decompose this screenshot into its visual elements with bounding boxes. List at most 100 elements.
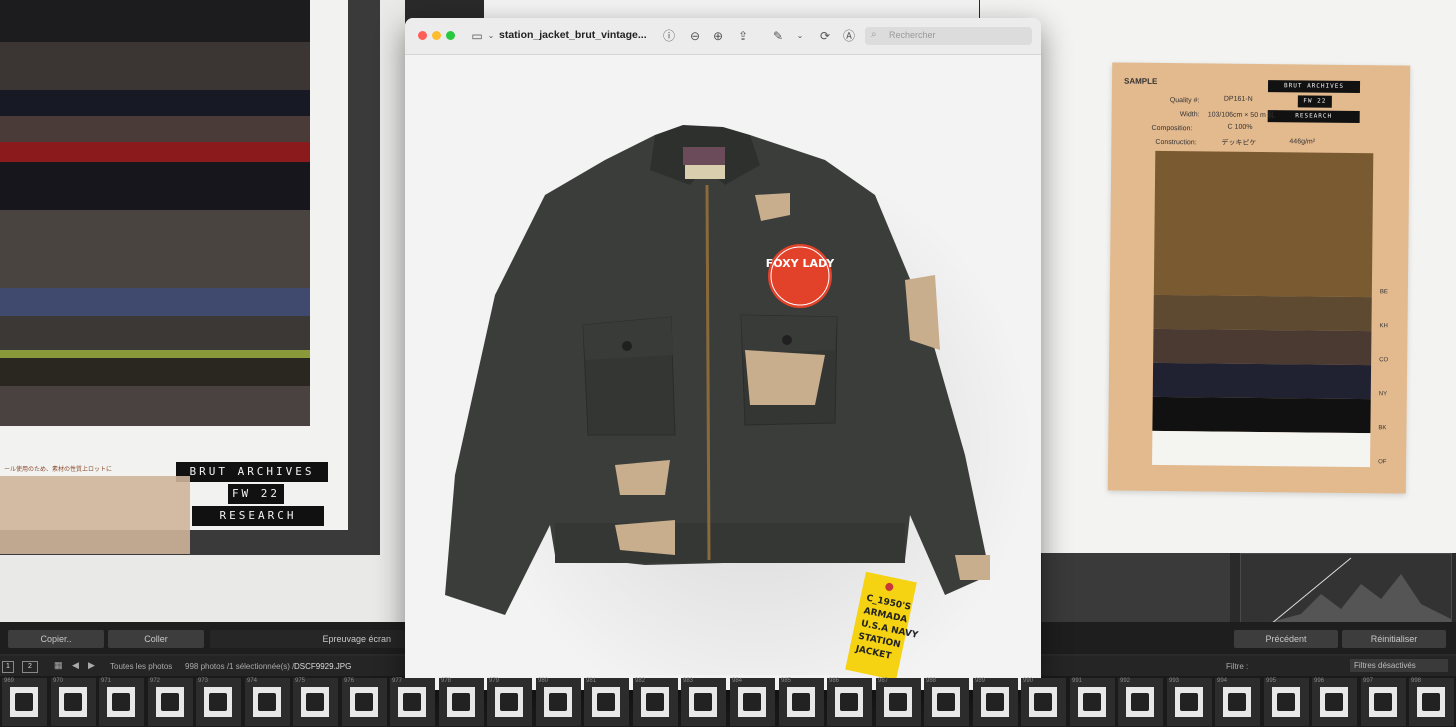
filmstrip-thumbnail[interactable]: 996 bbox=[1312, 678, 1357, 726]
filmstrip-thumbnail[interactable]: 984 bbox=[730, 678, 775, 726]
filmstrip-thumbnail[interactable]: 987 bbox=[876, 678, 921, 726]
filmstrip-thumbnail[interactable]: 995 bbox=[1264, 678, 1309, 726]
construction-label: Construction: bbox=[1155, 138, 1197, 147]
soft-proof-toggle[interactable]: Epreuvage écran bbox=[210, 630, 405, 648]
search-placeholder: Rechercher bbox=[889, 30, 936, 40]
filmstrip-thumbnail[interactable]: 997 bbox=[1361, 678, 1406, 726]
filmstrip-number: 994 bbox=[1217, 678, 1228, 684]
annotate-icon[interactable]: Ⓐ bbox=[841, 28, 857, 44]
reset-button[interactable]: Réinitialiser bbox=[1342, 630, 1446, 648]
filmstrip-image bbox=[1369, 687, 1397, 717]
emblem-text: FOXY LADY bbox=[766, 257, 836, 270]
filmstrip-thumbnail[interactable]: 988 bbox=[924, 678, 969, 726]
weight-value: 446g/m² bbox=[1289, 138, 1316, 146]
previous-button[interactable]: Précédent bbox=[1234, 630, 1338, 648]
filmstrip-image bbox=[59, 687, 87, 717]
window-title: station_jacket_brut_vintage... bbox=[499, 29, 647, 41]
close-button[interactable] bbox=[418, 31, 427, 40]
filmstrip-image bbox=[1320, 687, 1348, 717]
swatch-navy bbox=[1152, 362, 1372, 400]
filmstrip-number: 992 bbox=[1120, 678, 1131, 684]
width-value: 103/106cm × 50 m 乱 bbox=[1207, 111, 1275, 120]
filmstrip-thumbnail[interactable]: 983 bbox=[681, 678, 726, 726]
filmstrip-image bbox=[495, 687, 523, 717]
filmstrip-image bbox=[1029, 687, 1057, 717]
rotate-icon[interactable]: ⟳ bbox=[817, 28, 833, 44]
minimize-button[interactable] bbox=[432, 31, 441, 40]
copy-button[interactable]: Copier.. bbox=[8, 630, 104, 648]
filmstrip-number: 985 bbox=[781, 678, 792, 684]
swatch-khaki bbox=[1153, 294, 1372, 332]
forward-arrow-icon[interactable]: ▶ bbox=[88, 660, 95, 671]
paste-button[interactable]: Coller bbox=[108, 630, 204, 648]
code-ny: NY bbox=[1378, 391, 1388, 398]
filmstrip-thumbnail[interactable]: 985 bbox=[779, 678, 824, 726]
search-field[interactable]: ⌕ Rechercher bbox=[865, 27, 1032, 45]
page-2-button[interactable]: 2 bbox=[22, 661, 38, 673]
filter-dropdown[interactable]: Filtres désactivés bbox=[1350, 659, 1448, 672]
paper-patch bbox=[905, 275, 940, 350]
filmstrip-thumbnail[interactable]: 992 bbox=[1118, 678, 1163, 726]
filmstrip-number: 971 bbox=[101, 678, 112, 684]
filmstrip-thumbnail[interactable]: 970 bbox=[51, 678, 96, 726]
fabric-swatch-card: ール使用のため、素材の性質上ロットに BRUT ARCHIVES FW 22 R… bbox=[0, 0, 348, 530]
back-arrow-icon[interactable]: ◀ bbox=[72, 660, 79, 671]
zoom-button[interactable] bbox=[446, 31, 455, 40]
lightroom-panel bbox=[1042, 553, 1230, 622]
filmstrip-number: 991 bbox=[1072, 678, 1083, 684]
filmstrip-thumbnail[interactable]: 990 bbox=[1021, 678, 1066, 726]
code-co: CO bbox=[1379, 357, 1389, 364]
label-brut-archives-right: BRUT ARCHIVES bbox=[1267, 80, 1361, 94]
page-1-button[interactable]: 1 bbox=[2, 661, 14, 673]
source-label[interactable]: Toutes les photos bbox=[110, 662, 172, 671]
filmstrip-thumbnail[interactable]: 991 bbox=[1070, 678, 1115, 726]
filmstrip-thumbnail[interactable]: 994 bbox=[1215, 678, 1260, 726]
filmstrip-thumbnail[interactable]: 986 bbox=[827, 678, 872, 726]
filmstrip-thumbnail[interactable]: 981 bbox=[584, 678, 629, 726]
filmstrip-thumbnail[interactable]: 969 bbox=[2, 678, 47, 726]
filmstrip-thumbnail[interactable]: 975 bbox=[293, 678, 338, 726]
filmstrip-thumbnail[interactable]: 993 bbox=[1167, 678, 1212, 726]
filmstrip-image bbox=[932, 687, 960, 717]
filmstrip-thumbnail[interactable]: 971 bbox=[99, 678, 144, 726]
chevron-down-icon[interactable]: ⌄ bbox=[483, 28, 499, 44]
filmstrip-image bbox=[835, 687, 863, 717]
info-icon[interactable]: ⓘ bbox=[661, 28, 677, 44]
filmstrip-image bbox=[301, 687, 329, 717]
paper-patch bbox=[615, 520, 675, 555]
filmstrip-image bbox=[156, 687, 184, 717]
filmstrip-thumbnail[interactable]: 976 bbox=[342, 678, 387, 726]
image-canvas[interactable]: FOXY LADY C_1950'S ARMADA U.S.A NAVY STA… bbox=[405, 55, 1041, 690]
filmstrip-image bbox=[738, 687, 766, 717]
markup-chevron-icon[interactable]: ⌄ bbox=[792, 28, 808, 44]
swatch-offwhite bbox=[1152, 430, 1371, 468]
yellow-tag: C_1950'S ARMADA U.S.A NAVY STATION JACKE… bbox=[845, 571, 919, 681]
share-icon[interactable]: ⇪ bbox=[735, 28, 751, 44]
filmstrip-image bbox=[1078, 687, 1106, 717]
width-label: Width: bbox=[1179, 111, 1200, 119]
filmstrip-thumbnail[interactable]: 977 bbox=[390, 678, 435, 726]
zoom-in-icon[interactable]: ⊕ bbox=[710, 28, 726, 44]
jacket-zipper bbox=[705, 184, 711, 561]
markup-pen-icon[interactable]: ✎ bbox=[770, 28, 786, 44]
filmstrip-thumbnail[interactable]: 978 bbox=[439, 678, 484, 726]
current-filename[interactable]: DSCF9929.JPG bbox=[294, 662, 351, 671]
filmstrip-number: 986 bbox=[829, 678, 840, 684]
filmstrip-thumbnail[interactable]: 989 bbox=[973, 678, 1018, 726]
filmstrip-thumbnail[interactable]: 974 bbox=[245, 678, 290, 726]
filmstrip-thumbnail[interactable]: 998 bbox=[1409, 678, 1454, 726]
filmstrip-thumbnail[interactable]: 980 bbox=[536, 678, 581, 726]
zoom-out-icon[interactable]: ⊖ bbox=[687, 28, 703, 44]
grid-icon[interactable]: ▦ bbox=[54, 660, 63, 671]
filmstrip-thumbnail[interactable]: 982 bbox=[633, 678, 678, 726]
filmstrip-image bbox=[689, 687, 717, 717]
code-of: OF bbox=[1378, 459, 1387, 466]
filmstrip-thumbnail[interactable]: 979 bbox=[487, 678, 532, 726]
filmstrip-thumbnail[interactable]: 972 bbox=[148, 678, 193, 726]
paper-patch bbox=[615, 460, 670, 495]
filmstrip-thumbnail[interactable]: 973 bbox=[196, 678, 241, 726]
histogram bbox=[1240, 553, 1452, 629]
filmstrip-number: 977 bbox=[392, 678, 403, 684]
composition-label: Composition: bbox=[1151, 124, 1193, 133]
filmstrip-number: 997 bbox=[1363, 678, 1374, 684]
